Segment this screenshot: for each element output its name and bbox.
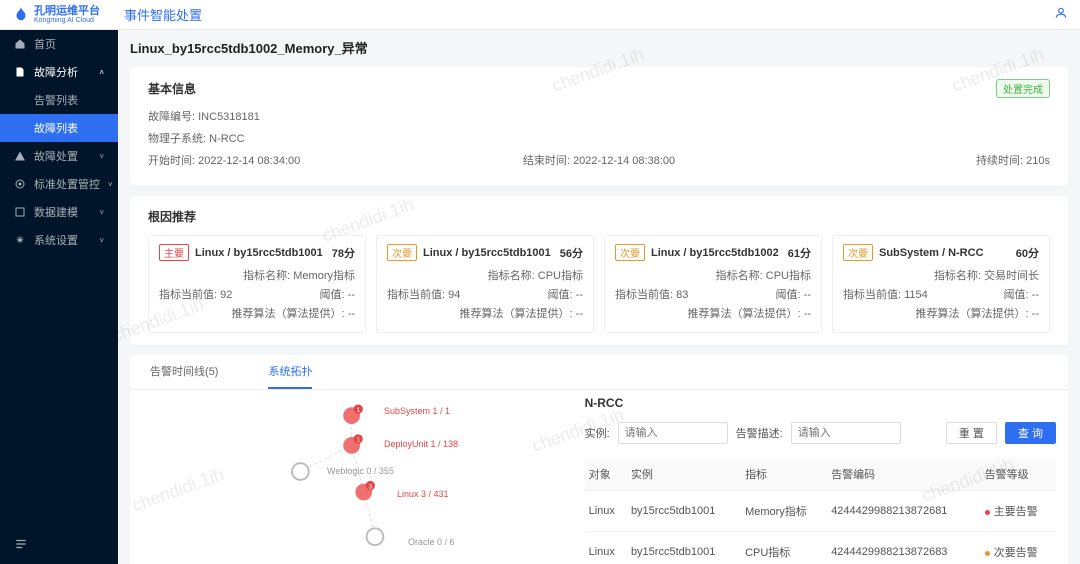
- rc-score: 61分: [788, 245, 811, 261]
- sidebar-sub-fault-list[interactable]: 故障列表: [0, 114, 118, 142]
- app-header: 孔明运维平台Kongming AI Cloud 事件智能处置: [0, 0, 1080, 30]
- sidebar-item-label: 故障处置: [34, 148, 78, 164]
- table-row[interactable]: Linuxby15rcc5tdb1001Memory指标424442998821…: [585, 491, 1056, 532]
- basic-info-card: 基本信息 处置完成 故障编号: INC5318181 物理子系统: N-RCC …: [130, 67, 1068, 186]
- root-cause-title: 根因推荐: [148, 208, 196, 225]
- root-cause-card: 根因推荐 主要 Linux / by15rcc5tdb1001 78分 指标名称…: [130, 196, 1068, 345]
- chevron-down-icon: ˅: [99, 236, 104, 245]
- reset-button[interactable]: 重 置: [946, 422, 997, 444]
- collapse-icon: [14, 537, 28, 551]
- flame-icon: [12, 6, 30, 24]
- table-row[interactable]: Linuxby15rcc5tdb1001CPU指标424442998821387…: [585, 532, 1056, 564]
- tab-timeline[interactable]: 告警时间线(5): [150, 355, 218, 389]
- rc-name: Linux / by15rcc5tdb1002: [651, 247, 779, 259]
- col-object: 对象: [585, 458, 627, 491]
- level-dot-icon: [985, 551, 990, 556]
- desc-input[interactable]: [791, 422, 901, 444]
- sidebar-item-fault-handle[interactable]: 故障处置 ˅: [0, 142, 118, 170]
- col-level: 告警等级: [981, 458, 1056, 491]
- root-cause-item[interactable]: 主要 Linux / by15rcc5tdb1001 78分 指标名称: Mem…: [148, 235, 366, 333]
- data-icon: [14, 206, 26, 218]
- sidebar-item-label: 数据建模: [34, 204, 78, 220]
- rc-score: 78分: [332, 245, 355, 261]
- sidebar: 首页 故障分析 ˄ 告警列表 故障列表 故障处置 ˅ 标准处置管控 ˅ 数据建模…: [0, 0, 118, 564]
- sidebar-item-standard[interactable]: 标准处置管控 ˅: [0, 170, 118, 198]
- level-dot-icon: [985, 510, 990, 515]
- alarm-table: 对象 实例 指标 告警编码 告警等级 Linuxby15rcc5tdb1001M…: [585, 458, 1056, 564]
- sidebar-item-fault-analysis[interactable]: 故障分析 ˄: [0, 58, 118, 86]
- basic-info-title: 基本信息: [148, 80, 196, 97]
- gear-icon: [14, 234, 26, 246]
- status-badge: 处置完成: [996, 79, 1050, 98]
- page-title: Linux_by15rcc5tdb1002_Memory_异常: [130, 38, 1068, 57]
- priority-tag: 主要: [159, 244, 189, 261]
- priority-tag: 次要: [615, 244, 645, 261]
- sidebar-item-settings[interactable]: 系统设置 ˅: [0, 226, 118, 254]
- svg-text:3: 3: [368, 483, 372, 490]
- sidebar-item-home[interactable]: 首页: [0, 30, 118, 58]
- target-icon: [14, 178, 26, 190]
- query-button[interactable]: 查 询: [1005, 422, 1056, 444]
- module-title: 事件智能处置: [124, 5, 202, 24]
- node-oracle[interactable]: [367, 528, 384, 545]
- detail-panel: N-RCC 实例: 告警描述: 重 置 查 询 对象 实例: [585, 396, 1056, 564]
- chevron-down-icon: ˅: [99, 208, 104, 217]
- col-instance: 实例: [627, 458, 741, 491]
- col-code: 告警编码: [827, 458, 980, 491]
- col-metric: 指标: [741, 458, 827, 491]
- chevron-down-icon: ˅: [108, 180, 113, 189]
- sidebar-item-label: 系统设置: [34, 232, 78, 248]
- priority-tag: 次要: [843, 244, 873, 261]
- rc-name: Linux / by15rcc5tdb1001: [195, 247, 323, 259]
- root-cause-item[interactable]: 次要 SubSystem / N-RCC 60分 指标名称: 交易时间长 指标当…: [832, 235, 1050, 333]
- rc-name: Linux / by15rcc5tdb1001: [423, 247, 551, 259]
- file-icon: [14, 66, 26, 78]
- root-cause-item[interactable]: 次要 Linux / by15rcc5tdb1001 56分 指标名称: CPU…: [376, 235, 594, 333]
- rc-score: 60分: [1016, 245, 1039, 261]
- svg-text:1: 1: [356, 437, 360, 444]
- svg-text:1: 1: [356, 407, 360, 414]
- analysis-card: 告警时间线(5) 系统拓扑 1 1 3 Sub: [130, 355, 1068, 564]
- rc-name: SubSystem / N-RCC: [879, 247, 984, 259]
- priority-tag: 次要: [387, 244, 417, 261]
- node-weblogic[interactable]: [292, 463, 309, 480]
- instance-input[interactable]: [618, 422, 728, 444]
- chevron-down-icon: ˅: [99, 152, 104, 161]
- user-icon[interactable]: [1054, 6, 1068, 23]
- chevron-up-icon: ˄: [99, 68, 104, 77]
- topology-view[interactable]: 1 1 3 SubSystem 1 / 1 DeployUnit 1 / 138…: [142, 396, 571, 564]
- tab-topology[interactable]: 系统拓扑: [268, 355, 312, 389]
- home-icon: [14, 38, 26, 50]
- sidebar-item-label: 故障分析: [34, 64, 78, 80]
- sidebar-collapse-toggle[interactable]: [0, 527, 118, 564]
- sidebar-item-data-model[interactable]: 数据建模 ˅: [0, 198, 118, 226]
- brand-logo: 孔明运维平台Kongming AI Cloud: [12, 6, 100, 24]
- warning-icon: [14, 150, 26, 162]
- detail-title: N-RCC: [585, 396, 1056, 410]
- rc-score: 56分: [560, 245, 583, 261]
- sidebar-item-label: 首页: [34, 36, 56, 52]
- sidebar-item-label: 标准处置管控: [34, 176, 100, 192]
- root-cause-item[interactable]: 次要 Linux / by15rcc5tdb1002 61分 指标名称: CPU…: [604, 235, 822, 333]
- sidebar-sub-alarm-list[interactable]: 告警列表: [0, 86, 118, 114]
- main-content: Linux_by15rcc5tdb1002_Memory_异常 基本信息 处置完…: [118, 0, 1080, 564]
- analysis-tabs: 告警时间线(5) 系统拓扑: [130, 355, 1068, 390]
